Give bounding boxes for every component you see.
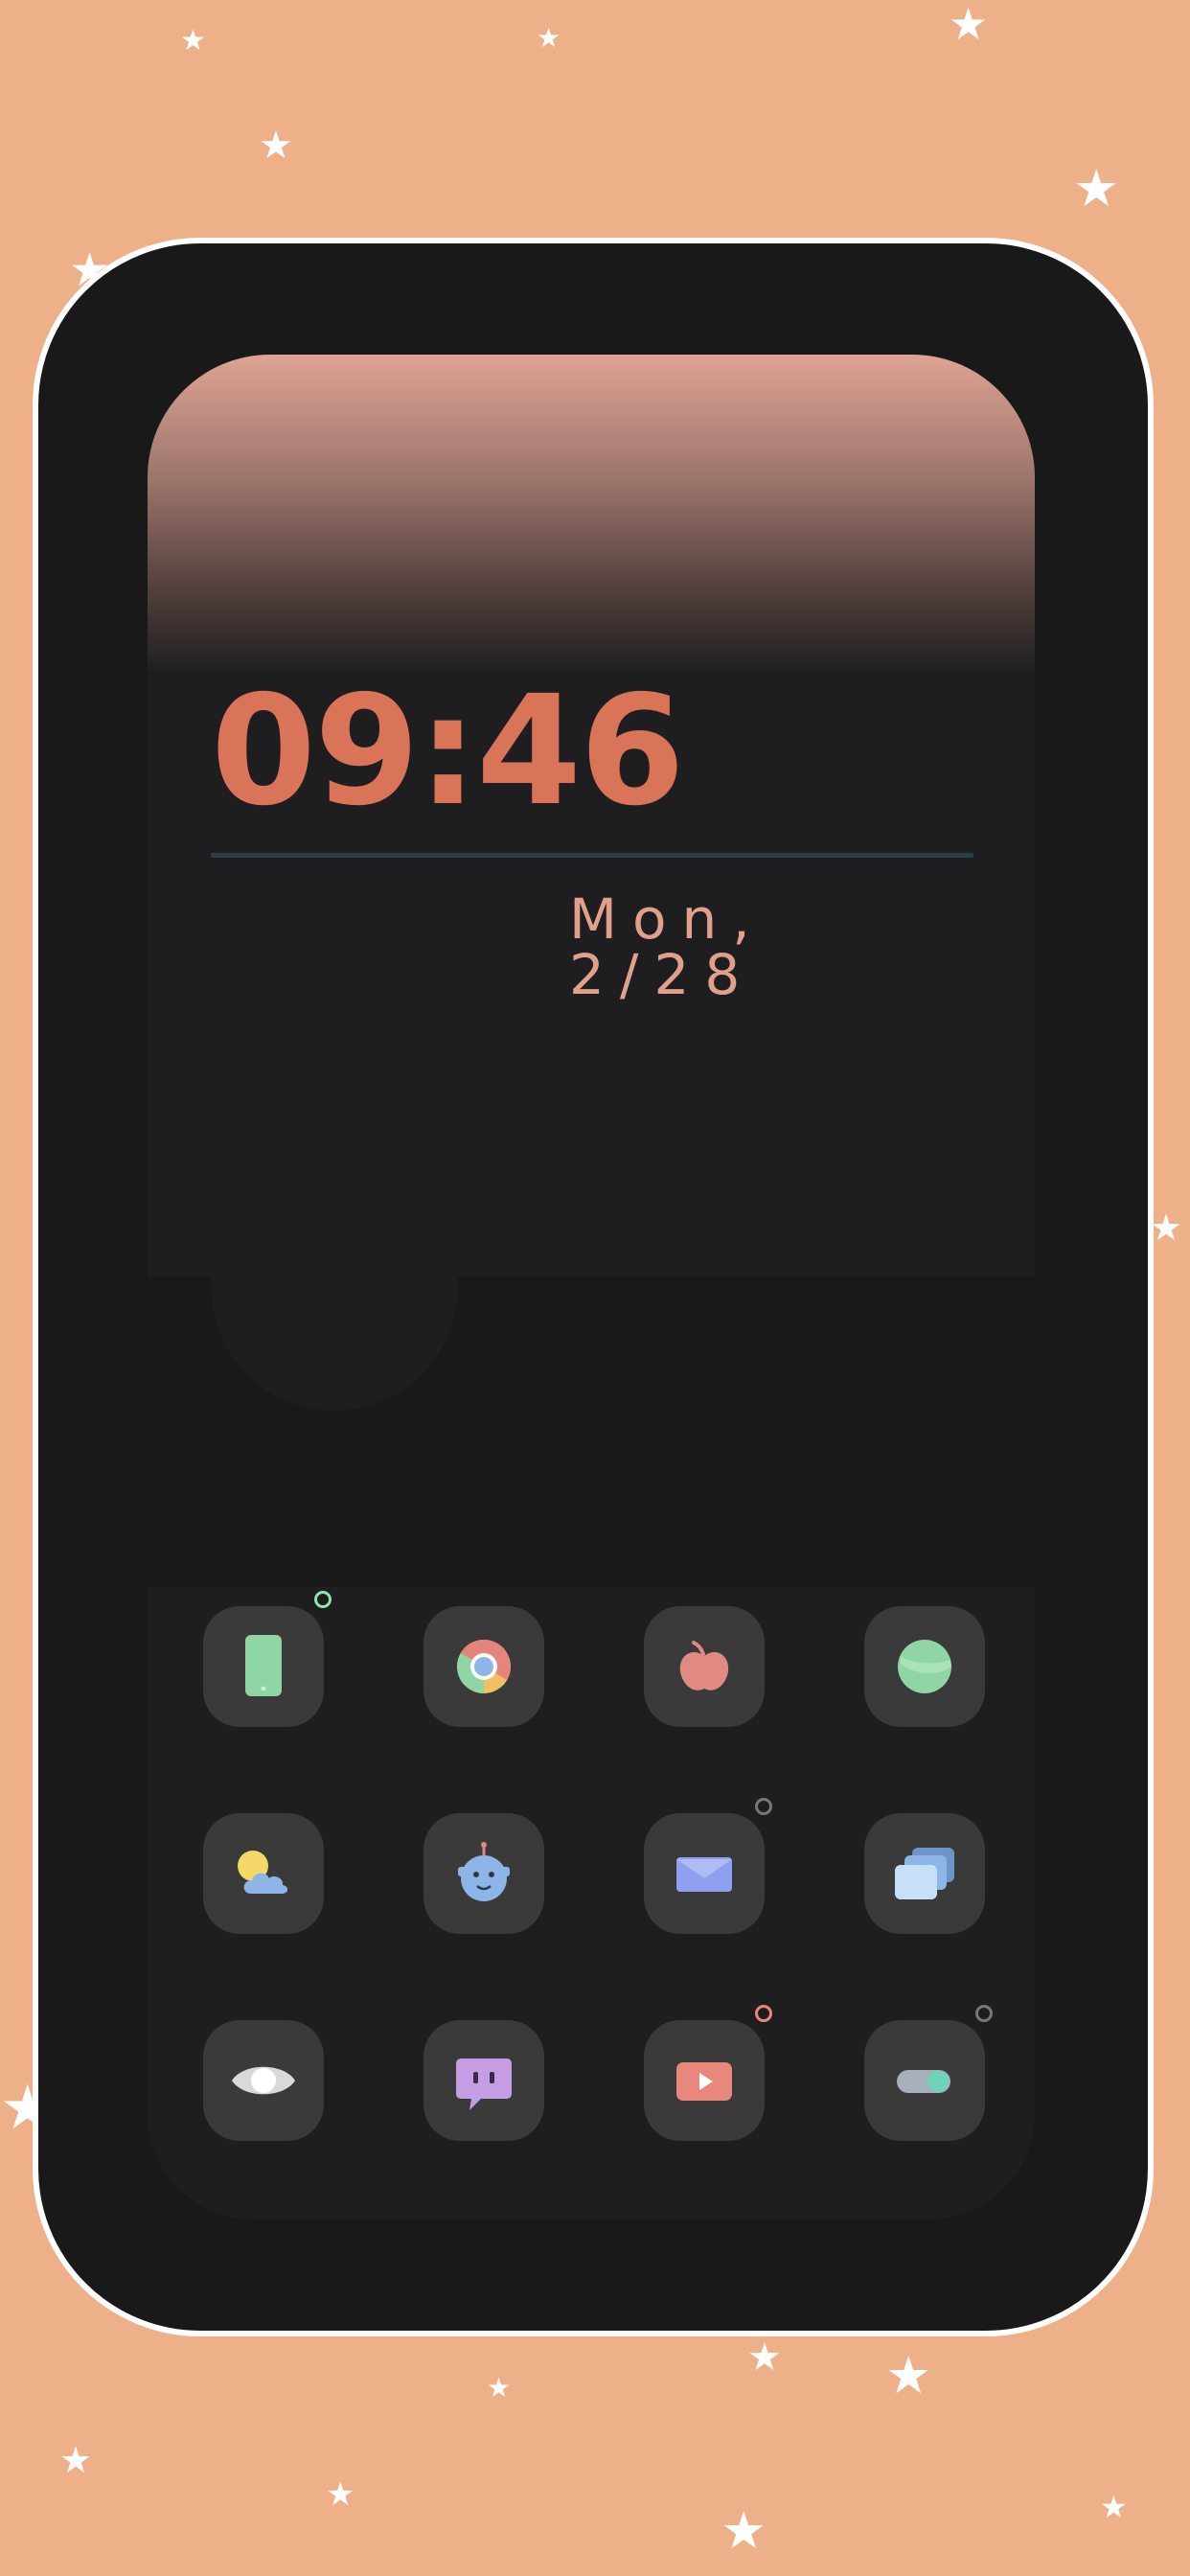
app-gallery[interactable] bbox=[864, 1813, 985, 1934]
notification-badge bbox=[314, 1591, 332, 1608]
app-chrome[interactable] bbox=[423, 1606, 544, 1727]
app-mail[interactable] bbox=[644, 1813, 765, 1934]
star-icon: ★ bbox=[747, 2335, 782, 2380]
chrome-icon bbox=[457, 1640, 511, 1693]
phone-icon bbox=[245, 1635, 282, 1696]
app-settings[interactable] bbox=[864, 2020, 985, 2141]
clock-time: 09:46 bbox=[211, 663, 685, 840]
widget-banner bbox=[148, 355, 1035, 673]
notification-badge bbox=[755, 1798, 772, 1815]
app-phone[interactable] bbox=[203, 1606, 324, 1727]
robot-icon bbox=[458, 1842, 510, 1901]
star-icon: ★ bbox=[537, 22, 561, 54]
star-icon: ★ bbox=[180, 24, 206, 58]
app-weather[interactable] bbox=[203, 1813, 324, 1934]
apple-icon bbox=[679, 1641, 729, 1690]
crescent-moon-icon bbox=[301, 1213, 404, 1368]
app-robot[interactable] bbox=[423, 1813, 544, 1934]
weather-icon bbox=[238, 1851, 288, 1894]
star-icon: ★ bbox=[59, 2439, 93, 2481]
chat-icon bbox=[456, 2058, 512, 2110]
app-circle[interactable] bbox=[864, 1606, 985, 1727]
cards-icon bbox=[895, 1848, 954, 1899]
notification-badge bbox=[975, 2005, 993, 2022]
star-icon: ★ bbox=[1073, 158, 1120, 218]
star-icon: ★ bbox=[259, 124, 293, 168]
star-icon: ★ bbox=[1100, 2489, 1128, 2525]
play-icon bbox=[676, 2062, 732, 2101]
star-icon: ★ bbox=[885, 2345, 932, 2405]
star-icon: ★ bbox=[721, 2500, 767, 2561]
star-icon: ★ bbox=[487, 2372, 512, 2404]
clock-divider bbox=[211, 853, 973, 858]
app-eye[interactable] bbox=[203, 2020, 324, 2141]
clock-date: Mon, 2/28 bbox=[569, 886, 766, 1007]
notification-badge bbox=[755, 2005, 772, 2022]
star-icon: ★ bbox=[1150, 1207, 1183, 1249]
star-icon: ★ bbox=[326, 2475, 355, 2514]
app-messages[interactable] bbox=[423, 2020, 544, 2141]
eye-icon bbox=[232, 2066, 295, 2095]
app-apple[interactable] bbox=[644, 1606, 765, 1727]
green-circle-icon bbox=[898, 1640, 951, 1693]
toggle-icon bbox=[897, 2070, 950, 2093]
star-icon: ★ bbox=[949, 0, 989, 50]
moon-widget[interactable] bbox=[211, 1163, 458, 1411]
app-youtube[interactable] bbox=[644, 2020, 765, 2141]
mail-icon bbox=[676, 1857, 732, 1892]
